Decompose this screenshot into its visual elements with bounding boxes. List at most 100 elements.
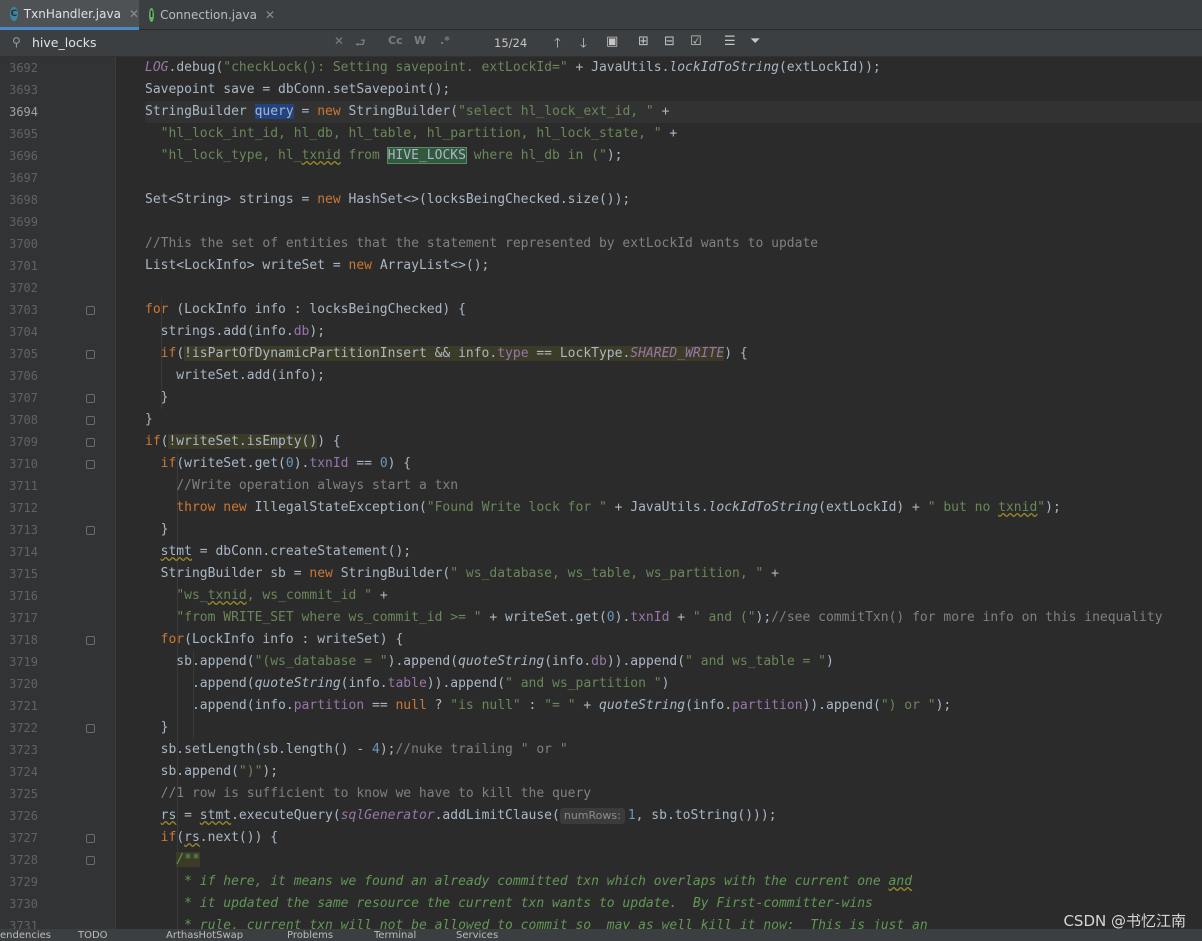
fold-marker-icon[interactable] <box>86 526 95 535</box>
match-case-button[interactable]: Cc <box>388 34 403 47</box>
code-line[interactable]: StringBuilder query = new StringBuilder(… <box>145 101 1202 123</box>
line-number[interactable]: 3720 <box>0 673 38 695</box>
filter-icon[interactable]: ⏷ <box>750 34 760 49</box>
code-line[interactable]: * rule, current txn will not be allowed … <box>145 915 1202 929</box>
code-line[interactable]: } <box>145 519 1202 541</box>
line-number[interactable]: 3731 <box>0 915 38 929</box>
terminal-tab[interactable]: Terminal <box>374 930 416 941</box>
fold-marker-icon[interactable] <box>86 306 95 315</box>
code-line[interactable]: List<LockInfo> writeSet = new ArrayList<… <box>145 255 1202 277</box>
line-number[interactable]: 3697 <box>0 167 38 189</box>
code-line[interactable]: /** <box>145 849 1202 871</box>
line-number[interactable]: 3716 <box>0 585 38 607</box>
code-line[interactable] <box>145 211 1202 233</box>
line-number[interactable]: 3728 <box>0 849 38 871</box>
line-number[interactable]: 3721 <box>0 695 38 717</box>
dependencies-tab[interactable]: endencies <box>0 930 51 941</box>
line-number[interactable]: 3719 <box>0 651 38 673</box>
code-line[interactable]: } <box>145 717 1202 739</box>
line-number[interactable]: 3714 <box>0 541 38 563</box>
fold-marker-icon[interactable] <box>86 438 95 447</box>
fold-marker-icon[interactable] <box>86 394 95 403</box>
line-number[interactable]: 3701 <box>0 255 38 277</box>
line-number[interactable]: 3712 <box>0 497 38 519</box>
line-number[interactable]: 3713 <box>0 519 38 541</box>
line-number[interactable]: 3729 <box>0 871 38 893</box>
line-number[interactable]: 3709 <box>0 431 38 453</box>
fold-marker-icon[interactable] <box>86 856 95 865</box>
line-number[interactable]: 3698 <box>0 189 38 211</box>
line-number[interactable]: 3717 <box>0 607 38 629</box>
line-number[interactable]: 3722 <box>0 717 38 739</box>
line-number[interactable]: 3693 <box>0 79 38 101</box>
line-number[interactable]: 3727 <box>0 827 38 849</box>
code-line[interactable]: } <box>145 387 1202 409</box>
code-line[interactable]: //1 row is sufficient to know we have to… <box>145 783 1202 805</box>
line-number[interactable]: 3718 <box>0 629 38 651</box>
line-number[interactable]: 3692 <box>0 57 38 79</box>
regex-button[interactable]: .* <box>440 34 450 47</box>
line-number[interactable]: 3695 <box>0 123 38 145</box>
arthas-hotswap-tab[interactable]: ArthasHotSwap <box>166 930 243 941</box>
line-number[interactable]: 3724 <box>0 761 38 783</box>
fold-marker-icon[interactable] <box>86 416 95 425</box>
fold-marker-icon[interactable] <box>86 834 95 843</box>
line-number[interactable]: 3710 <box>0 453 38 475</box>
code-line[interactable]: //This the set of entities that the stat… <box>145 233 1202 255</box>
search-icon[interactable]: ⚲ <box>12 35 21 49</box>
code-editor[interactable]: LOG.debug("checkLock(): Setting savepoin… <box>116 57 1202 929</box>
line-number[interactable]: 3723 <box>0 739 38 761</box>
code-line[interactable]: if(!isPartOfDynamicPartitionInsert && in… <box>145 343 1202 365</box>
problems-tab[interactable]: Problems <box>287 930 333 941</box>
arrow-up-icon[interactable]: 🡑 <box>554 34 561 56</box>
code-line[interactable]: writeSet.add(info); <box>145 365 1202 387</box>
line-number[interactable]: 3706 <box>0 365 38 387</box>
line-number[interactable]: 3711 <box>0 475 38 497</box>
new-line-icon[interactable]: ⮐ <box>355 34 366 55</box>
code-line[interactable]: throw new IllegalStateException("Found W… <box>145 497 1202 519</box>
line-number[interactable]: 3696 <box>0 145 38 167</box>
line-number[interactable]: 3707 <box>0 387 38 409</box>
todo-tab[interactable]: TODO <box>78 930 108 941</box>
fold-marker-icon[interactable] <box>86 636 95 645</box>
tab-connection-java[interactable]: I Connection.java ✕ <box>139 0 275 30</box>
code-line[interactable]: * if here, it means we found an already … <box>145 871 1202 893</box>
line-number[interactable]: 3730 <box>0 893 38 915</box>
line-number[interactable]: 3702 <box>0 277 38 299</box>
code-line[interactable]: LOG.debug("checkLock(): Setting savepoin… <box>145 57 1202 79</box>
code-line[interactable]: if(writeSet.get(0).txnId == 0) { <box>145 453 1202 475</box>
clear-icon[interactable]: ✕ <box>334 34 344 48</box>
fold-marker-icon[interactable] <box>86 460 95 469</box>
code-line[interactable]: strings.add(info.db); <box>145 321 1202 343</box>
code-line[interactable]: for(LockInfo info : writeSet) { <box>145 629 1202 651</box>
code-line[interactable]: sb.append("(ws_database = ").append(quot… <box>145 651 1202 673</box>
whole-words-button[interactable]: W <box>414 34 426 47</box>
code-line[interactable]: "hl_lock_int_id, hl_db, hl_table, hl_par… <box>145 123 1202 145</box>
code-line[interactable]: .append(quoteString(info.table)).append(… <box>145 673 1202 695</box>
toggle-selection-icon[interactable]: ☑ <box>690 34 702 49</box>
code-line[interactable]: } <box>145 409 1202 431</box>
code-line[interactable]: for (LockInfo info : locksBeingChecked) … <box>145 299 1202 321</box>
line-number[interactable]: 3726 <box>0 805 38 827</box>
code-line[interactable]: //Write operation always start a txn <box>145 475 1202 497</box>
arrow-down-icon[interactable]: 🡓 <box>580 34 587 56</box>
line-number[interactable]: 3700 <box>0 233 38 255</box>
code-line[interactable]: sb.setLength(sb.length() - 4);//nuke tra… <box>145 739 1202 761</box>
code-line[interactable]: sb.append(")"); <box>145 761 1202 783</box>
code-line[interactable]: stmt = dbConn.createStatement(); <box>145 541 1202 563</box>
line-number[interactable]: 3705 <box>0 343 38 365</box>
add-selection-icon[interactable]: ⊞ <box>638 34 649 49</box>
code-line[interactable]: * it updated the same resource the curre… <box>145 893 1202 915</box>
code-line[interactable] <box>145 277 1202 299</box>
close-icon[interactable]: ✕ <box>265 8 275 22</box>
line-number[interactable]: 3725 <box>0 783 38 805</box>
line-number[interactable]: 3694 <box>0 101 38 123</box>
code-line[interactable]: "ws_txnid, ws_commit_id " + <box>145 585 1202 607</box>
code-line[interactable]: if(rs.next()) { <box>145 827 1202 849</box>
search-input[interactable] <box>32 33 322 51</box>
tab-txnhandler-java[interactable]: C TxnHandler.java ✕ <box>0 0 139 30</box>
fold-marker-icon[interactable] <box>86 724 95 733</box>
code-line[interactable]: if(!writeSet.isEmpty()) { <box>145 431 1202 453</box>
line-number[interactable]: 3715 <box>0 563 38 585</box>
line-number[interactable]: 3703 <box>0 299 38 321</box>
